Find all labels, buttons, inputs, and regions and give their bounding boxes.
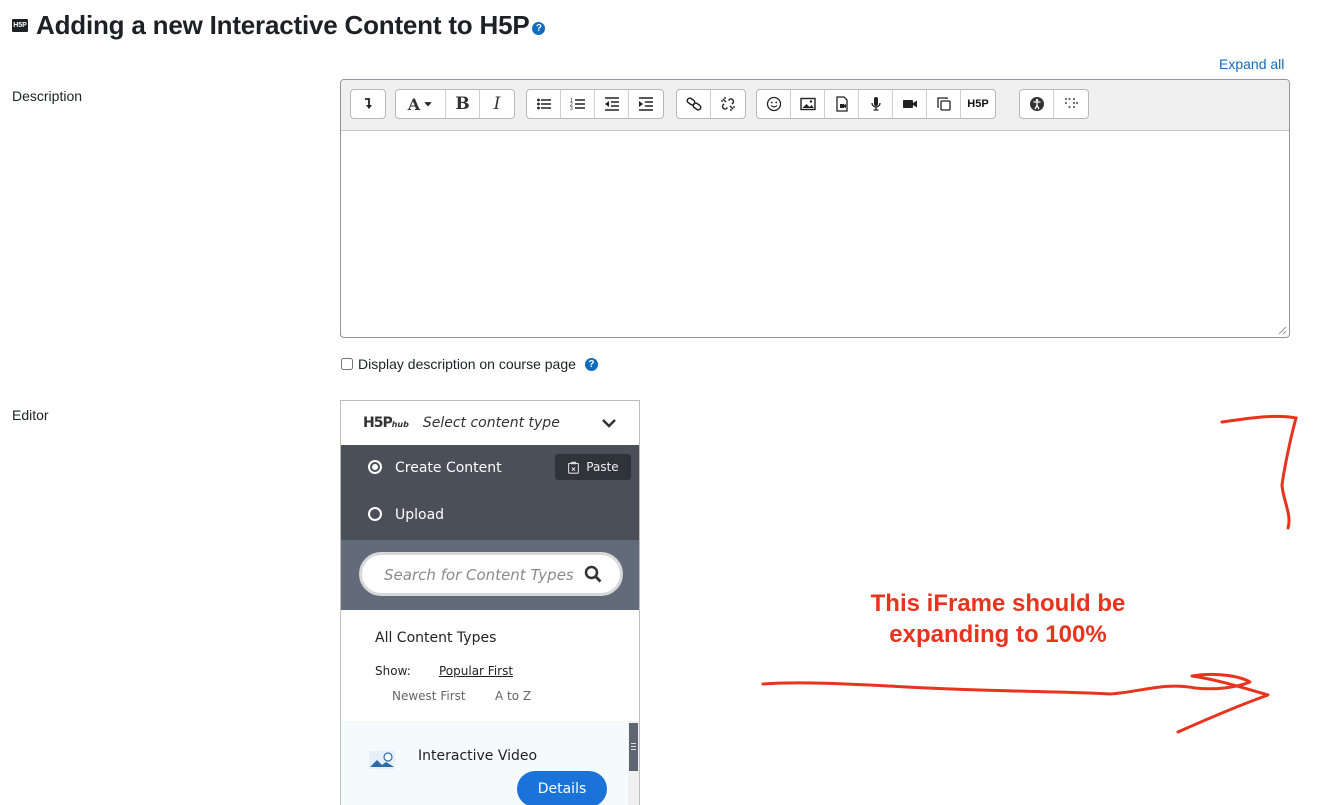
- sort-newest-first[interactable]: Newest First: [392, 689, 466, 703]
- paste-icon: [568, 461, 580, 474]
- italic-icon[interactable]: I: [480, 90, 514, 118]
- list-item[interactable]: Interactive Video Details: [341, 721, 629, 805]
- content-type-filter: All Content Types Show: Popular First Ne…: [341, 610, 639, 722]
- hub-selector-header[interactable]: H5Phub Select content type: [341, 401, 639, 445]
- unlink-icon[interactable]: [711, 90, 745, 118]
- h5p-icon[interactable]: H5P: [961, 90, 995, 118]
- editor-label: Editor: [12, 407, 49, 423]
- paste-button[interactable]: Paste: [555, 454, 631, 480]
- svg-text:3: 3: [570, 106, 573, 112]
- outdent-icon[interactable]: [595, 90, 629, 118]
- select-content-type-label: Select content type: [422, 415, 560, 431]
- h5p-hub-iframe: H5Phub Select content type Create Conten…: [340, 400, 640, 805]
- hub-scrollbar[interactable]: [628, 721, 639, 805]
- search-icon[interactable]: [584, 565, 602, 583]
- copy-icon[interactable]: [927, 90, 961, 118]
- all-content-types-heading: All Content Types: [375, 630, 497, 646]
- content-type-title: Interactive Video: [418, 748, 538, 764]
- h5p-activity-icon: H5P: [12, 18, 28, 32]
- media-icon[interactable]: [825, 90, 859, 118]
- create-content-label[interactable]: Create Content: [395, 460, 502, 476]
- editor-toolbar: A B I 123 H5P: [341, 80, 1289, 131]
- resize-handle-icon[interactable]: [1277, 325, 1287, 335]
- numbered-list-icon[interactable]: 123: [561, 90, 595, 118]
- hub-mode-panel: Create Content Paste Upload: [341, 445, 639, 540]
- details-button[interactable]: Details: [517, 771, 607, 805]
- bullet-list-icon[interactable]: [527, 90, 561, 118]
- sort-a-to-z[interactable]: A to Z: [495, 689, 531, 703]
- link-icon[interactable]: [677, 90, 711, 118]
- hub-logo-text: H5P: [363, 415, 393, 431]
- annotation-line-2: expanding to 100%: [889, 621, 1107, 648]
- expand-all-link[interactable]: Expand all: [1219, 56, 1284, 72]
- red-annotation: This iFrame should be expanding to 100%: [840, 588, 1156, 650]
- question-circle-icon[interactable]: ?: [584, 357, 598, 371]
- indent-icon[interactable]: [629, 90, 663, 118]
- page-header: H5P Adding a new Interactive Content to …: [12, 8, 546, 42]
- question-circle-icon[interactable]: ?: [532, 21, 546, 35]
- scrollbar-thumb[interactable]: [629, 723, 638, 771]
- italic-label: I: [493, 94, 501, 114]
- font-size-label: A: [407, 94, 421, 114]
- annotation-line-1: This iFrame should be: [870, 590, 1126, 617]
- h5p-hub-logo: H5Phub: [363, 415, 409, 431]
- chevron-down-icon[interactable]: [601, 415, 617, 431]
- accessibility-checker-icon[interactable]: [1020, 90, 1054, 118]
- video-icon[interactable]: [893, 90, 927, 118]
- bold-icon[interactable]: B: [446, 90, 480, 118]
- search-box: [359, 552, 623, 596]
- page-title: Adding a new Interactive Content to H5P: [36, 9, 530, 40]
- display-description-checkbox[interactable]: Display description on course page ?: [340, 356, 598, 372]
- create-content-radio[interactable]: [368, 460, 382, 474]
- upload-label[interactable]: Upload: [395, 507, 444, 523]
- insert-arrow-icon[interactable]: [351, 90, 385, 118]
- screen-reader-helper-icon[interactable]: [1054, 90, 1088, 118]
- image-icon[interactable]: [791, 90, 825, 118]
- font-size-icon[interactable]: A: [396, 90, 446, 118]
- upload-radio[interactable]: [368, 507, 382, 521]
- hub-logo-sub: hub: [391, 420, 409, 429]
- display-description-label: Display description on course page: [358, 356, 576, 372]
- description-editor: A B I 123 H5P: [340, 79, 1290, 338]
- display-description-input[interactable]: [341, 358, 353, 370]
- h5p-label: H5P: [967, 98, 989, 110]
- search-input[interactable]: [382, 555, 586, 595]
- sort-popular-first[interactable]: Popular First: [439, 664, 513, 678]
- show-label: Show:: [375, 664, 411, 678]
- description-label: Description: [12, 88, 83, 104]
- interactive-video-icon: [369, 751, 395, 769]
- bracket-scribble: [1220, 414, 1298, 530]
- bold-label: B: [455, 94, 470, 114]
- audio-icon[interactable]: [859, 90, 893, 118]
- arrow-scribble: [761, 672, 1270, 734]
- paste-label: Paste: [586, 460, 619, 474]
- hub-search-bar: [341, 540, 639, 610]
- emoji-icon[interactable]: [757, 90, 791, 118]
